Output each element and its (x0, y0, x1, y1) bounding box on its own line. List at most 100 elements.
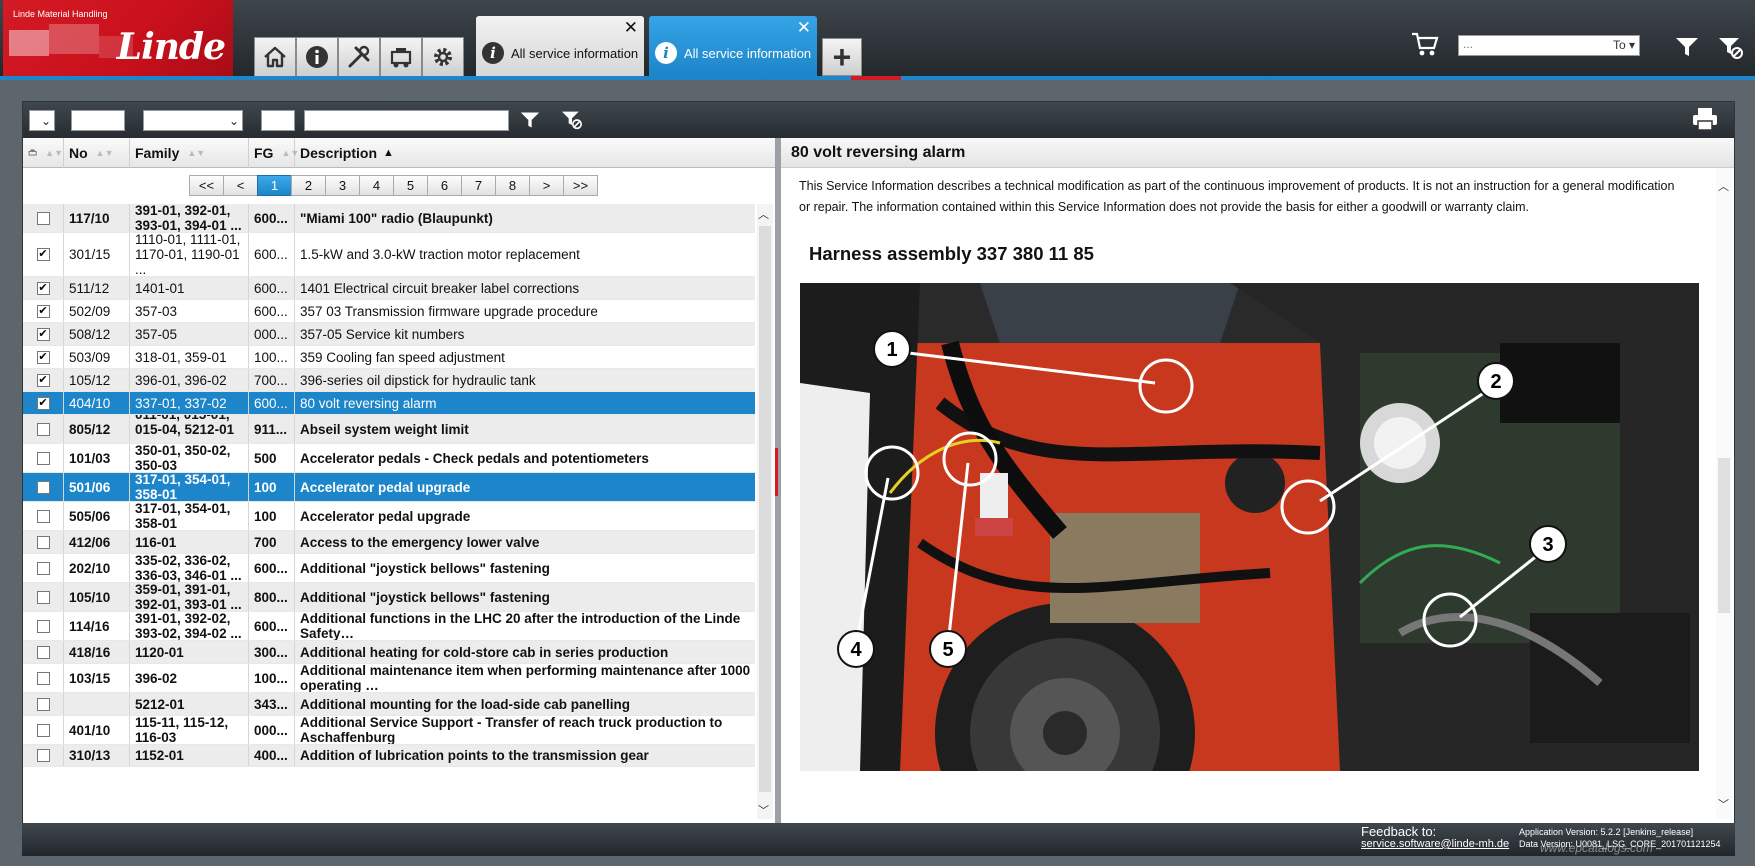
column-print-flag[interactable]: ▲▼ (23, 138, 64, 168)
row-checkbox[interactable] (36, 509, 50, 523)
row-checkbox[interactable] (36, 723, 50, 737)
info-button[interactable] (296, 37, 338, 77)
top-bar: Linde Material Handling Linde i All serv… (0, 0, 1755, 78)
no-filter-input[interactable] (71, 110, 125, 131)
table-row[interactable]: ✔ 508/12 357-05 000... 357-05 Service kit nu… (23, 323, 755, 346)
table-row[interactable]: 202/10 335-02, 336-02, 336-03, 346-01 ...… (23, 554, 755, 583)
page-button[interactable]: > (529, 175, 564, 196)
table-row[interactable]: ✔ 105/12 396-01, 396-02 700... 396-series oi… (23, 369, 755, 392)
page-button[interactable]: 4 (359, 175, 394, 196)
row-checkbox[interactable] (36, 451, 50, 465)
home-button[interactable] (254, 37, 296, 77)
description-filter-input[interactable] (304, 110, 509, 131)
family-filter-select[interactable]: ⌄ (143, 110, 243, 131)
table-row[interactable]: 412/06 116-01 700 Access to the emergency l… (23, 531, 755, 554)
clear-list-filter-button[interactable] (561, 110, 583, 133)
page-button[interactable]: 1 (257, 175, 292, 196)
apply-filter-button[interactable] (520, 110, 540, 133)
page-button[interactable]: << (189, 175, 224, 196)
row-checkbox[interactable] (36, 619, 50, 633)
table-row[interactable]: ✔ 502/09 357-03 600... 357 03 Transmission f… (23, 300, 755, 323)
cell-family: 396-02 (130, 664, 249, 692)
row-checkbox[interactable] (36, 697, 50, 711)
table-row[interactable]: 310/13 1152-01 400... Addition of lubricati… (23, 745, 755, 767)
row-checkbox[interactable] (36, 535, 50, 549)
filter-button[interactable] (1675, 36, 1699, 61)
tools-button[interactable] (338, 37, 380, 77)
scroll-thumb[interactable] (759, 226, 771, 792)
page-button[interactable]: 7 (461, 175, 496, 196)
cell-description: 396-series oil dipstick for hydraulic ta… (300, 372, 536, 388)
close-icon[interactable]: ✕ (624, 18, 638, 38)
row-checkbox[interactable]: ✔ (36, 281, 50, 295)
tab-all-service-information-1[interactable]: i All service information ✕ (476, 16, 644, 77)
column-no[interactable]: No ▲▼ (64, 138, 130, 168)
row-checkbox[interactable] (36, 671, 50, 685)
table-row[interactable]: ✔ 511/12 1401-01 600... 1401 Electrical circ… (23, 277, 755, 300)
row-checkbox[interactable] (36, 590, 50, 604)
row-checkbox[interactable] (36, 561, 50, 575)
scroll-thumb[interactable] (1718, 458, 1730, 613)
to-dropdown[interactable]: To ▾ (1613, 38, 1635, 52)
row-checkbox[interactable]: ✔ (36, 396, 50, 410)
column-fg[interactable]: FG ▲▼ (249, 138, 299, 168)
table-row[interactable]: 101/03 350-01, 350-02, 350-03 500 Accelerat… (23, 444, 755, 473)
add-tab-button[interactable]: + (822, 38, 862, 76)
detail-scrollbar[interactable]: ︿ ﹀ (1716, 168, 1732, 818)
scroll-down-icon[interactable]: ﹀ (758, 802, 769, 818)
page-button[interactable]: 8 (495, 175, 530, 196)
scroll-up-icon[interactable]: ︿ (1718, 178, 1729, 194)
scroll-down-icon[interactable]: ﹀ (1718, 796, 1729, 812)
select-all-dropdown[interactable]: ⌄ (29, 110, 55, 131)
row-checkbox[interactable] (36, 645, 50, 659)
cell-description: Access to the emergency lower valve (300, 534, 540, 550)
clear-filter-button[interactable] (1718, 36, 1744, 63)
row-checkbox[interactable]: ✔ (36, 327, 50, 341)
table-row[interactable]: 401/10 115-11, 115-12, 116-03 000... Additi… (23, 716, 755, 745)
table-row[interactable]: 505/06 317-01, 354-01, 358-01 100 Accelerat… (23, 502, 755, 531)
footer: Feedback to: service.software@linde-mh.d… (22, 823, 1735, 856)
row-checkbox[interactable]: ✔ (36, 373, 50, 387)
row-checkbox[interactable]: ✔ (36, 248, 50, 261)
row-checkbox[interactable] (36, 480, 50, 494)
page-button[interactable]: 6 (427, 175, 462, 196)
table-row[interactable]: ✔ 503/09 318-01, 359-01 100... 359 Cooling f… (23, 346, 755, 369)
page-button[interactable]: 3 (325, 175, 360, 196)
page-button[interactable]: >> (563, 175, 598, 196)
top-search-input[interactable]: ... To ▾ (1458, 35, 1640, 56)
table-row[interactable]: 5212-01 343... Additional mounting for the… (23, 693, 755, 716)
settings-button[interactable] (422, 37, 464, 77)
table-row[interactable]: 501/06 317-01, 354-01, 358-01 100 Accelerat… (23, 473, 755, 502)
column-description[interactable]: Description ▲ (295, 138, 755, 168)
table-row[interactable]: ✔ 301/15 1110-01, 1111-01, 1170-01, 1190-0… (23, 233, 755, 277)
page-button[interactable]: < (223, 175, 258, 196)
row-checkbox[interactable] (36, 422, 50, 436)
table-row[interactable]: 805/12011-01, 015-01, 015-04, 5212-01 ..… (23, 415, 755, 444)
table-row[interactable]: ✔ 404/10 337-01, 337-02 600... 80 volt rever… (23, 392, 755, 415)
table-row[interactable]: 105/10 359-01, 391-01, 392-01, 393-01 ...… (23, 583, 755, 612)
tab-all-service-information-2[interactable]: i All service information ✕ (649, 16, 817, 77)
table-row[interactable]: 117/10 391-01, 392-01, 393-01, 394-01 ...… (23, 204, 755, 233)
row-checkbox[interactable]: ✔ (36, 350, 50, 364)
scroll-up-icon[interactable]: ︿ (758, 206, 769, 222)
table-row[interactable]: 114/16 391-01, 392-02, 393-02, 394-02 ...… (23, 612, 755, 641)
feedback-email-link[interactable]: service.software@linde-mh.de (1361, 838, 1509, 850)
close-icon[interactable]: ✕ (797, 18, 811, 38)
cell-family: 318-01, 359-01 (130, 346, 249, 368)
column-family[interactable]: Family ▲▼ (130, 138, 249, 168)
tools-icon (348, 45, 370, 68)
machine-button[interactable] (380, 37, 422, 77)
table-row[interactable]: 103/15 396-02 100... Additional maintenance… (23, 664, 755, 693)
table-row[interactable]: 418/16 1120-01 300... Additional heating fo… (23, 641, 755, 664)
row-checkbox[interactable]: ✔ (36, 304, 50, 318)
print-button[interactable] (1691, 106, 1719, 135)
page-button[interactable]: 5 (393, 175, 428, 196)
cell-description: 357 03 Transmission firmware upgrade pro… (300, 303, 598, 319)
row-checkbox[interactable] (36, 749, 50, 762)
cart-button[interactable] (1410, 30, 1440, 61)
row-checkbox[interactable] (36, 211, 50, 225)
fg-filter-input[interactable] (261, 110, 295, 131)
list-scrollbar[interactable]: ︿ ﹀ (757, 204, 773, 819)
page-button[interactable]: 2 (291, 175, 326, 196)
callout-3: 3 (1542, 534, 1553, 556)
